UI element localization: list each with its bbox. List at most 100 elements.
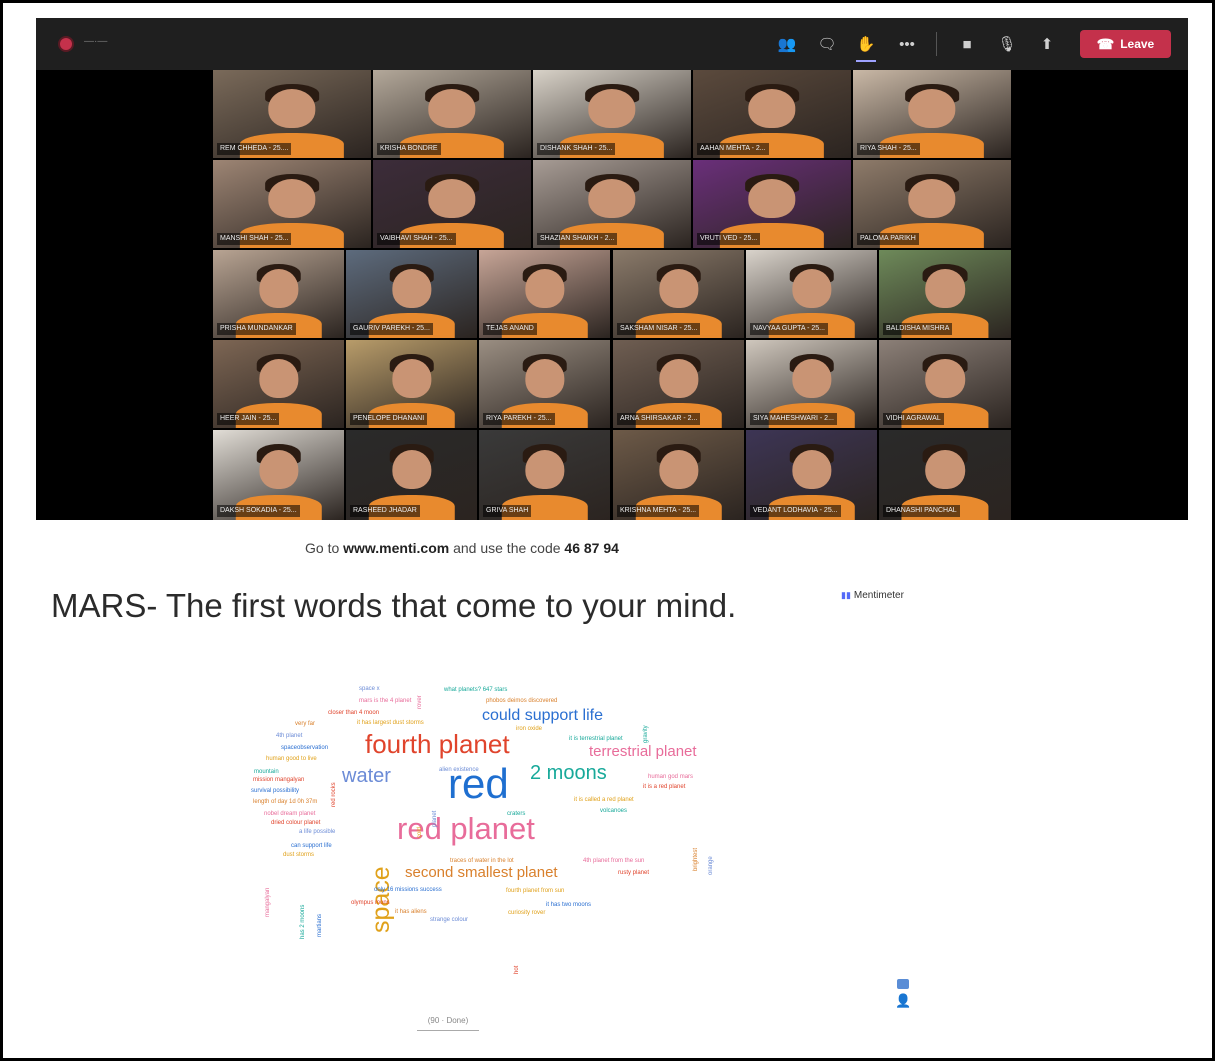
participant-tile[interactable]: BALDISHA MISHRA [879,250,1011,338]
word-cloud-word: curiosity rover [508,910,546,916]
participant-name: NAVYAA GUPTA - 25... [750,323,828,335]
participant-tile[interactable]: PALOMA PARIKH [853,160,1011,248]
phone-hangup-icon: ☎ [1096,35,1115,52]
participant-tile[interactable]: KRISHA BONDRE [373,70,531,158]
mic-off-icon[interactable]: 🎙 [994,32,1020,56]
participant-name: HEER JAIN - 25... [217,413,280,425]
word-cloud-word: martians [317,913,323,937]
word-cloud-word: it has largest dust storms [357,720,424,726]
participant-tile[interactable]: PENELOPE DHANANI [346,340,477,428]
word-cloud-word: dust storms [283,852,315,858]
word-cloud-word: gravity [643,725,649,743]
participant-tile[interactable]: VAIBHAVI SHAH - 25... [373,160,531,248]
leave-button[interactable]: ☎ Leave [1080,30,1171,58]
camera-icon[interactable]: ■ [954,32,980,56]
word-cloud-word: olympus mons [351,900,390,906]
participant-name: SAKSHAM NISAR - 25... [617,323,701,335]
people-icon[interactable]: 👥 [774,32,800,56]
participant-tile[interactable]: GRIVA SHAH [479,430,610,520]
word-cloud-word: 4th planet [276,733,303,739]
participant-tile[interactable]: RASHEED JHADAR [346,430,477,520]
badge-icon [897,979,909,989]
word-cloud-word: nobel dream planet [264,811,316,817]
word-cloud-word: very far [295,721,316,727]
participant-face [524,449,565,490]
word-cloud-word: closer than 4 moon [328,710,380,716]
participant-face [268,89,316,129]
participant-tile[interactable]: GAURIV PAREKH - 25... [346,250,477,338]
participant-name: KRISHNA MEHTA - 25... [617,505,700,517]
participant-face [791,359,832,399]
participant-name: SIYA MAHESHWARI - 2... [750,413,837,425]
share-icon[interactable]: ⬆ [1034,32,1060,56]
participant-tile[interactable]: HEER JAIN - 25... [213,340,344,428]
participant-face [748,89,796,129]
word-cloud-word: it is called a red planet [574,797,634,803]
chat-icon[interactable]: 🗨 [814,32,840,56]
participant-face [658,449,699,490]
participant-tile[interactable]: ARNA SHIRSAKAR - 2... [613,340,744,428]
word-cloud-word: rusty planet [618,870,650,876]
word-cloud-word: 4th planet from the sun [583,858,645,864]
word-cloud-word: traces of water in the lot [450,858,514,864]
participant-face [391,269,432,309]
word-cloud-word: hot [514,965,520,974]
participant-tile[interactable]: DISHANK SHAH - 25... [533,70,691,158]
participant-face [791,269,832,309]
participant-name: BALDISHA MISHRA [883,323,953,335]
word-cloud-word: cold [417,826,423,838]
participant-face [658,359,699,399]
participant-tile[interactable]: TEJAS ANAND [479,250,610,338]
participant-name: DHANASHI PANCHAL [883,505,960,517]
participant-tile[interactable]: SHAZIAN SHAIKH - 2... [533,160,691,248]
slide-footer: (90 · Done) [417,1016,479,1031]
participant-tile[interactable]: SAKSHAM NISAR - 25... [613,250,744,338]
toolbar-divider [936,32,937,56]
participant-tile[interactable]: DHANASHI PANCHAL [879,430,1011,520]
participant-face [258,359,299,399]
word-cloud-word: length of day 1d 0h 37m [253,799,318,805]
participant-tile[interactable]: VIDHI AGRAWAL [879,340,1011,428]
raise-hand-icon[interactable]: ✋ [853,32,879,62]
word-cloud-word: water [342,765,391,787]
participant-name: REM CHHEDA - 25.... [217,143,292,155]
participant-face [908,89,956,129]
more-icon[interactable]: ••• [894,32,920,56]
participant-face [748,179,796,219]
participant-tile[interactable]: SIYA MAHESHWARI - 2... [746,340,877,428]
participant-tile[interactable]: VEDANT LODHAVIA - 25... [746,430,877,520]
participant-tile[interactable]: REM CHHEDA - 25.... [213,70,371,158]
participant-name: VRUTI VED - 25... [697,233,761,245]
word-cloud-word: a life possible [299,829,336,835]
participant-face [925,449,965,490]
participant-tile[interactable]: PRISHA MUNDANKAR [213,250,344,338]
word-cloud-word: alien existence [439,767,479,773]
participant-tile[interactable]: MANSHI SHAH - 25... [213,160,371,248]
word-cloud-word: mars is the 4 planet [359,698,412,704]
participant-tile[interactable]: KRISHNA MEHTA - 25... [613,430,744,520]
participant-tile[interactable]: DAKSH SOKADIA - 25... [213,430,344,520]
word-cloud-word: iron oxide [516,726,543,732]
word-cloud-word: human god mars [648,774,694,780]
participant-name: PENELOPE DHANANI [350,413,428,425]
participant-tile[interactable]: NAVYAA GUPTA - 25... [746,250,877,338]
word-cloud-word: brightest [693,847,699,871]
participant-tile[interactable]: AAHAN MEHTA - 2... [693,70,851,158]
participant-face [658,269,699,309]
word-cloud-word: it has two moons [546,902,592,908]
participant-face [258,269,299,309]
participant-tile[interactable]: VRUTI VED - 25... [693,160,851,248]
participant-tile[interactable]: RIYA SHAH - 25... [853,70,1011,158]
participant-name: VEDANT LODHAVIA - 25... [750,505,841,517]
teams-meeting-window: —·— 👥 🗨 ✋ ••• ■ 🎙 ⬆ ☎ Leave REM CHHEDA -… [36,18,1188,520]
mentimeter-logo: ▮▮ Mentimeter [841,590,904,601]
word-cloud-word: rover [417,695,423,709]
participant-face [258,449,299,490]
word-cloud-word: what planets? 647 stars [444,687,508,693]
participant-face [908,179,956,219]
word-cloud-word: craters [507,811,526,817]
participant-name: GAURIV PAREKH - 25... [350,323,433,335]
participant-tile[interactable]: RIYA PAREKH - 25... [479,340,610,428]
participant-name: PRISHA MUNDANKAR [217,323,296,335]
word-cloud-word: has 2 moons [300,904,306,939]
